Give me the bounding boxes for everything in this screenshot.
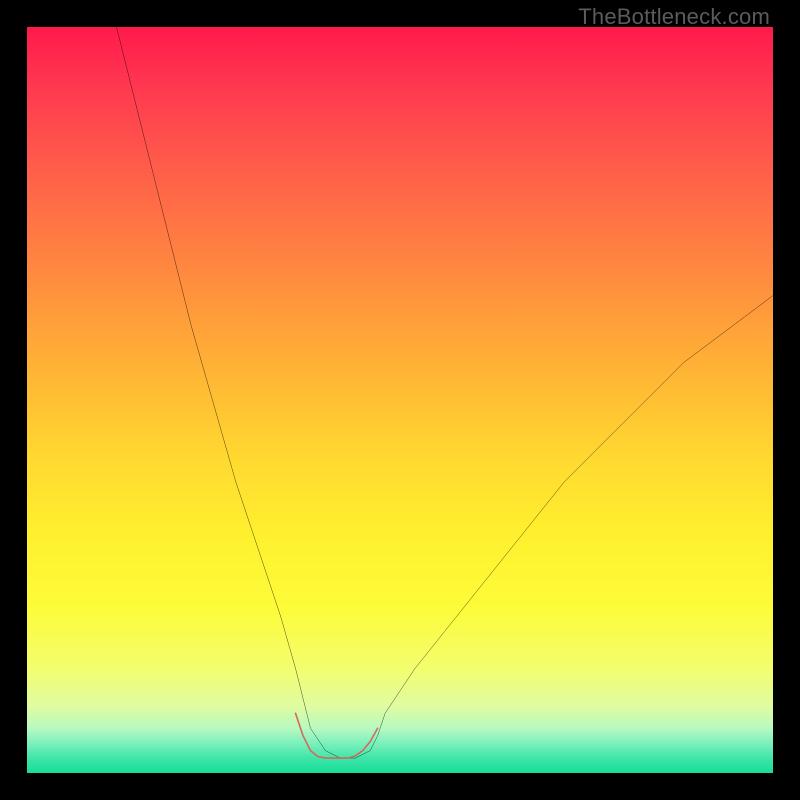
chart-svg: [27, 27, 773, 773]
chart-plot-area: [27, 27, 773, 773]
bottleneck-curve-path: [117, 27, 773, 758]
optimal-range-marker-path: [296, 713, 378, 758]
